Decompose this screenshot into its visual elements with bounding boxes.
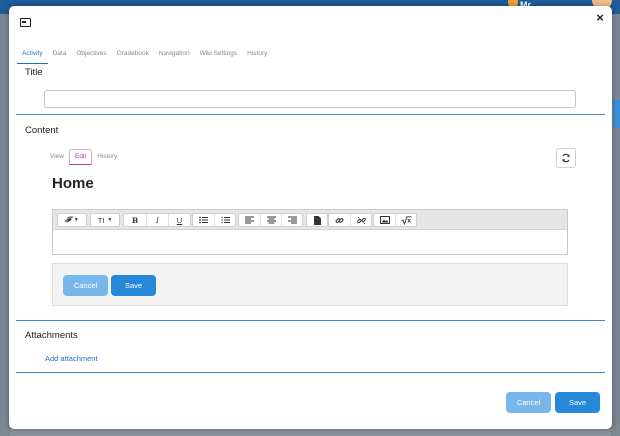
page-heading: Home bbox=[52, 175, 94, 192]
font-family-dropdown[interactable]: 𝓕 ▼ bbox=[58, 214, 86, 226]
refresh-button[interactable] bbox=[556, 148, 576, 168]
editor-toolbar: 𝓕 ▼ TI ▼ B I U bbox=[53, 210, 567, 230]
background-bottom-strip bbox=[10, 429, 611, 436]
bold-icon: B bbox=[131, 215, 139, 225]
tab-edit[interactable]: Edit bbox=[68, 149, 93, 165]
footer-save-button[interactable]: Save bbox=[555, 392, 600, 413]
background-blue-tab bbox=[613, 100, 620, 128]
bullet-list-button[interactable] bbox=[193, 214, 214, 226]
tab-history[interactable]: History bbox=[242, 48, 272, 64]
link-icon bbox=[335, 217, 344, 223]
content-view-tabs: View Edit History bbox=[45, 149, 122, 165]
insert-equation-button[interactable] bbox=[395, 214, 416, 226]
editor-content-area[interactable] bbox=[53, 231, 567, 254]
chevron-down-icon: ▼ bbox=[107, 217, 113, 223]
editor-cancel-button[interactable]: Cancel bbox=[63, 275, 108, 296]
file-icon bbox=[313, 215, 321, 225]
modal-tabs: Activity Data Objectives Gradebook Navig… bbox=[17, 48, 272, 64]
section-divider bbox=[16, 372, 605, 373]
background-right-panel bbox=[611, 14, 620, 436]
title-section-label: Title bbox=[25, 67, 43, 78]
tab-gradebook[interactable]: Gradebook bbox=[112, 48, 154, 64]
bullet-list-icon bbox=[199, 216, 208, 224]
italic-button[interactable]: I bbox=[146, 214, 168, 226]
font-size-label: TI bbox=[97, 215, 105, 225]
insert-link-button[interactable] bbox=[329, 214, 350, 226]
add-attachment-link[interactable]: Add attachment bbox=[45, 354, 98, 363]
activity-modal: × Activity Data Objectives Gradebook Nav… bbox=[9, 6, 612, 429]
unlink-icon bbox=[356, 216, 366, 224]
tab-data[interactable]: Data bbox=[48, 48, 72, 64]
section-divider bbox=[16, 114, 605, 115]
align-right-icon bbox=[287, 216, 297, 224]
tab-wiki-settings[interactable]: Wiki Settings bbox=[195, 48, 243, 64]
refresh-icon bbox=[562, 153, 570, 163]
tab-content-history[interactable]: History bbox=[92, 149, 122, 165]
title-input[interactable] bbox=[44, 90, 576, 108]
align-center-button[interactable] bbox=[260, 214, 281, 226]
rich-text-editor: 𝓕 ▼ TI ▼ B I U bbox=[52, 209, 568, 255]
align-center-icon bbox=[266, 216, 276, 224]
content-section-label: Content bbox=[25, 125, 59, 136]
tab-navigation[interactable]: Navigation bbox=[154, 48, 195, 64]
tab-objectives[interactable]: Objectives bbox=[71, 48, 111, 64]
numbered-list-button[interactable] bbox=[214, 214, 235, 226]
tab-activity[interactable]: Activity bbox=[17, 48, 48, 64]
insert-image-button[interactable] bbox=[374, 214, 395, 226]
section-divider bbox=[16, 320, 605, 321]
equation-icon bbox=[400, 215, 411, 225]
font-family-label: 𝓕 bbox=[65, 215, 71, 224]
align-left-icon bbox=[245, 216, 254, 224]
unlink-button[interactable] bbox=[350, 214, 371, 226]
bold-button[interactable]: B bbox=[124, 214, 146, 226]
attachments-section-label: Attachments bbox=[25, 330, 78, 341]
font-size-dropdown[interactable]: TI ▼ bbox=[91, 214, 119, 226]
image-icon bbox=[379, 216, 390, 224]
underline-icon: U bbox=[176, 215, 183, 225]
footer-cancel-button[interactable]: Cancel bbox=[506, 392, 551, 413]
chevron-down-icon: ▼ bbox=[73, 217, 79, 223]
window-icon bbox=[20, 18, 31, 27]
align-left-button[interactable] bbox=[239, 214, 260, 226]
underline-button[interactable]: U bbox=[168, 214, 190, 226]
close-button[interactable]: × bbox=[594, 11, 606, 25]
align-right-button[interactable] bbox=[281, 214, 302, 226]
tab-view[interactable]: View bbox=[45, 149, 69, 165]
italic-icon: I bbox=[156, 215, 159, 225]
editor-save-button[interactable]: Save bbox=[111, 275, 156, 296]
numbered-list-icon bbox=[221, 216, 230, 224]
insert-file-button[interactable] bbox=[307, 214, 327, 226]
editor-action-panel: Cancel Save bbox=[52, 263, 568, 306]
